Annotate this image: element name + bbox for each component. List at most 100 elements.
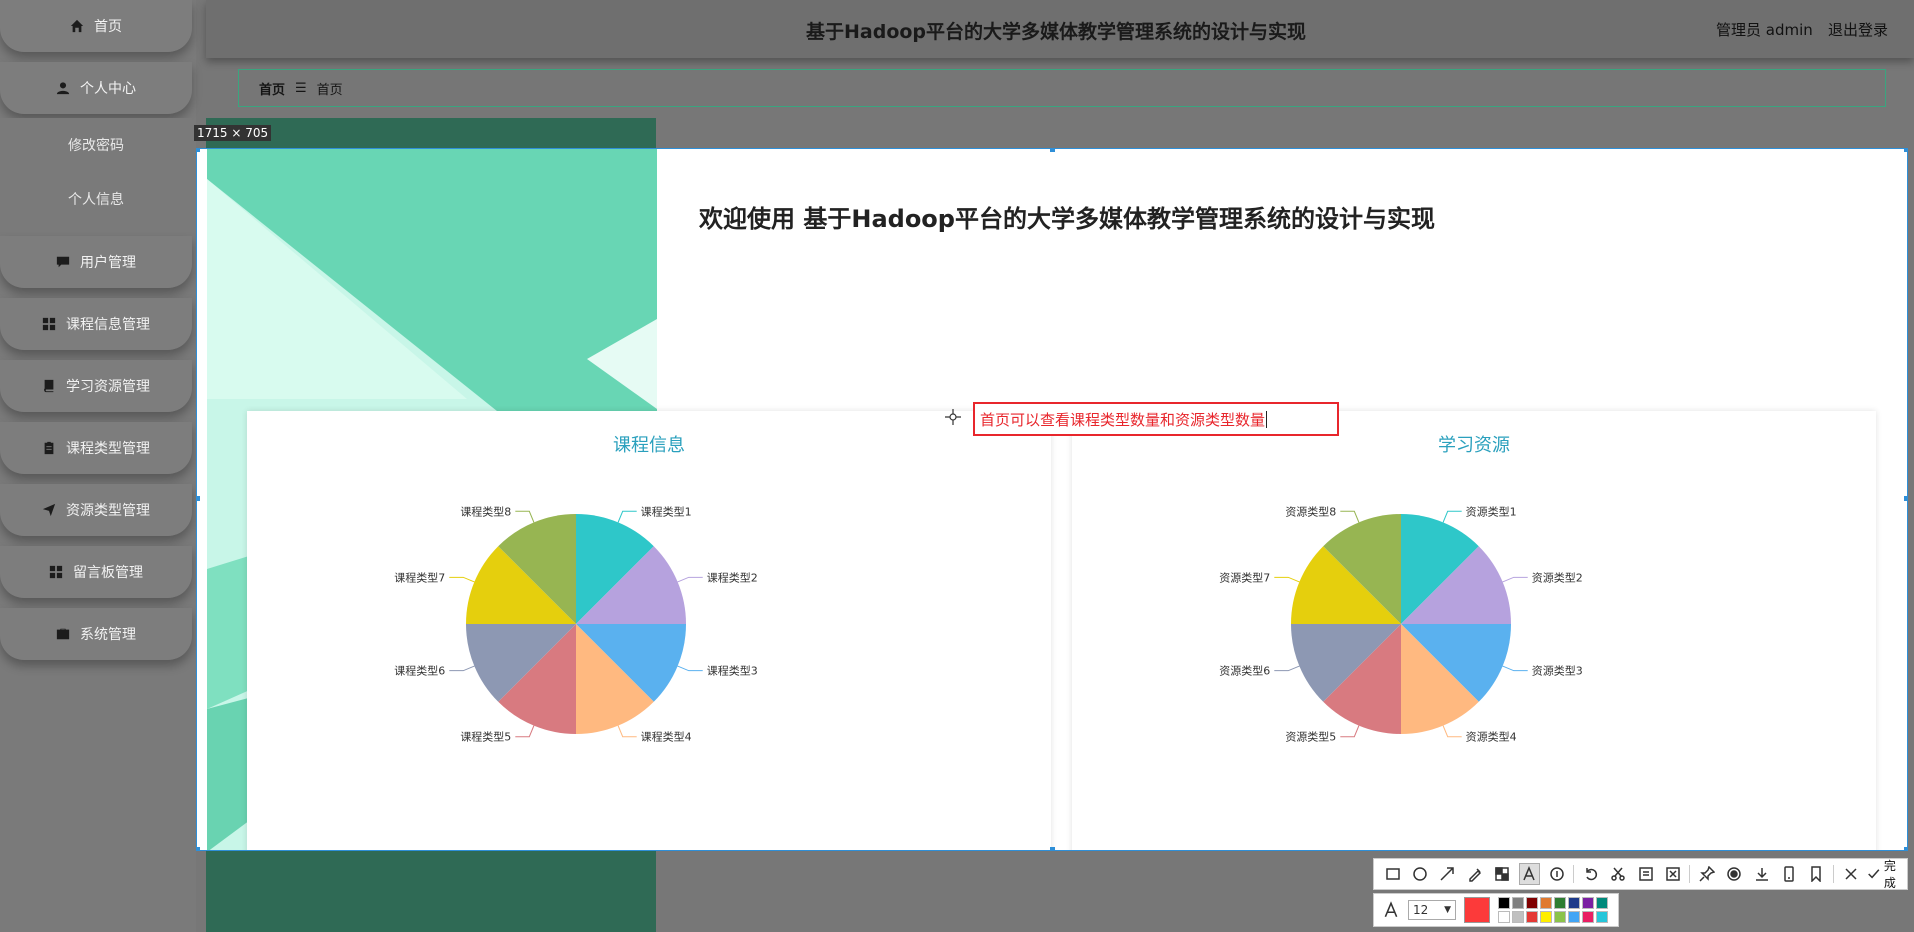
capture-region[interactable]: 欢迎使用 基于Hadoop平台的大学多媒体教学管理系统的设计与实现 课程信息 课…	[196, 148, 1908, 851]
color-palette	[1498, 897, 1608, 923]
rectangle-icon	[1385, 868, 1400, 880]
color-swatch[interactable]	[1512, 897, 1524, 909]
pie-label: 资源类型8	[1285, 504, 1336, 518]
sidebar-item-course-types[interactable]: 课程类型管理	[0, 422, 192, 474]
pie-label: 课程类型5	[460, 730, 511, 744]
bookmark-icon	[1811, 866, 1822, 882]
resize-handle[interactable]	[1904, 149, 1907, 152]
color-swatch[interactable]	[1568, 911, 1580, 923]
sidebar-item-label: 首页	[94, 19, 122, 35]
color-swatch[interactable]	[1498, 897, 1510, 909]
ocr-button[interactable]	[1635, 863, 1656, 885]
resize-handle[interactable]	[197, 149, 200, 152]
translate-button[interactable]	[1662, 863, 1683, 885]
resize-handle[interactable]	[1050, 847, 1055, 850]
annotation-text-box[interactable]: 首页可以查看课程类型数量和资源类型数量	[973, 402, 1339, 436]
sidebar-item-resource-types[interactable]: 资源类型管理	[0, 484, 192, 536]
pie-label: 资源类型6	[1219, 664, 1270, 678]
undo-icon	[1586, 868, 1597, 881]
color-swatch[interactable]	[1540, 897, 1552, 909]
color-swatch[interactable]	[1498, 911, 1510, 923]
sidebar-item-label: 个人中心	[80, 81, 136, 97]
undo-button[interactable]	[1580, 863, 1601, 885]
sidebar-item-change-password[interactable]: 修改密码	[0, 118, 192, 172]
logout-link[interactable]: 退出登录	[1828, 19, 1888, 40]
text-tool-button[interactable]	[1518, 863, 1540, 885]
header: 基于Hadoop平台的大学多媒体教学管理系统的设计与实现 管理员 admin 退…	[206, 0, 1914, 58]
color-swatch[interactable]	[1512, 911, 1524, 923]
finish-button[interactable]: 完成	[1867, 857, 1907, 891]
sidebar-item-message-board[interactable]: 留言板管理	[0, 546, 192, 598]
sidebar-item-system-management[interactable]: 系统管理	[0, 608, 192, 660]
sidebar-item-personal-info[interactable]: 个人信息	[0, 172, 192, 226]
sidebar-item-home[interactable]: 首页	[0, 0, 192, 52]
breadcrumb-current: 首页	[316, 82, 343, 98]
resize-handle[interactable]	[1050, 149, 1055, 152]
resize-handle[interactable]	[197, 847, 200, 850]
pin-button[interactable]	[1696, 863, 1717, 885]
color-swatch[interactable]	[1582, 897, 1594, 909]
color-swatch[interactable]	[1596, 897, 1608, 909]
ellipse-tool-button[interactable]	[1409, 863, 1430, 885]
annotation-text: 首页可以查看课程类型数量和资源类型数量	[980, 410, 1266, 429]
sidebar-item-learning-resources[interactable]: 学习资源管理	[0, 360, 192, 412]
briefcase-icon	[56, 627, 70, 641]
sidebar-item-label: 修改密码	[68, 138, 124, 154]
pie-label: 课程类型4	[641, 730, 692, 744]
breadcrumb-home[interactable]: 首页	[259, 79, 285, 98]
sidebar-item-course-info[interactable]: 课程信息管理	[0, 298, 192, 350]
save-button[interactable]	[1751, 863, 1772, 885]
breadcrumb: 首页 ☰ 首页	[238, 69, 1886, 107]
color-swatch[interactable]	[1582, 911, 1594, 923]
close-button[interactable]	[1840, 863, 1861, 885]
current-color-swatch[interactable]	[1464, 897, 1490, 923]
color-swatch[interactable]	[1526, 911, 1538, 923]
pie-label-line	[1442, 510, 1462, 523]
pie-label: 课程类型1	[641, 504, 692, 518]
color-swatch[interactable]	[1596, 911, 1608, 923]
move-crosshair-icon[interactable]	[944, 408, 962, 426]
font-size-value: 12	[1413, 903, 1429, 917]
ellipse-icon	[1413, 867, 1427, 881]
pie-label-line	[1442, 725, 1462, 738]
sidebar-item-label: 系统管理	[80, 627, 136, 643]
pie-label-line	[1340, 510, 1360, 523]
arrow-tool-button[interactable]	[1437, 863, 1458, 885]
resize-handle[interactable]	[1904, 496, 1907, 501]
color-swatch[interactable]	[1526, 897, 1538, 909]
pen-tool-button[interactable]	[1464, 863, 1485, 885]
sidebar-item-label: 学习资源管理	[66, 379, 150, 395]
sidebar-item-personal-center[interactable]: 个人中心	[0, 62, 192, 114]
color-swatch[interactable]	[1540, 911, 1552, 923]
record-icon	[1727, 867, 1742, 881]
bookmark-button[interactable]	[1806, 863, 1827, 885]
pie-label: 资源类型4	[1466, 730, 1517, 744]
pie-label: 课程类型8	[460, 504, 511, 518]
welcome-heading: 欢迎使用 基于Hadoop平台的大学多媒体教学管理系统的设计与实现	[699, 205, 1435, 233]
color-swatch[interactable]	[1568, 897, 1580, 909]
resize-handle[interactable]	[197, 496, 200, 501]
mosaic-tool-button[interactable]	[1491, 863, 1512, 885]
sidebar-item-user-management[interactable]: 用户管理	[0, 236, 192, 288]
cutout-button[interactable]	[1608, 863, 1629, 885]
finish-label: 完成	[1883, 859, 1896, 890]
record-button[interactable]	[1724, 863, 1745, 885]
grid-icon	[42, 317, 56, 331]
scissors-icon	[1611, 867, 1625, 881]
user-icon	[56, 81, 70, 95]
send-to-phone-button[interactable]	[1778, 863, 1799, 885]
color-swatch[interactable]	[1554, 897, 1566, 909]
toolbar-separator	[1833, 865, 1834, 883]
pie-label: 资源类型5	[1285, 730, 1336, 744]
resize-handle[interactable]	[1904, 847, 1907, 850]
pie-label: 资源类型3	[1532, 664, 1583, 678]
color-swatch[interactable]	[1554, 911, 1566, 923]
pie-label-line	[677, 665, 703, 672]
number-marker-tool-button[interactable]	[1546, 863, 1567, 885]
mosaic-icon	[1495, 867, 1509, 881]
font-size-select[interactable]: 12 ▼	[1408, 900, 1456, 920]
toolbar-separator	[1573, 865, 1575, 883]
rectangle-tool-button[interactable]	[1382, 863, 1403, 885]
pie-label-line	[1502, 665, 1528, 672]
capture-size-label: 1715 × 705	[194, 125, 272, 141]
